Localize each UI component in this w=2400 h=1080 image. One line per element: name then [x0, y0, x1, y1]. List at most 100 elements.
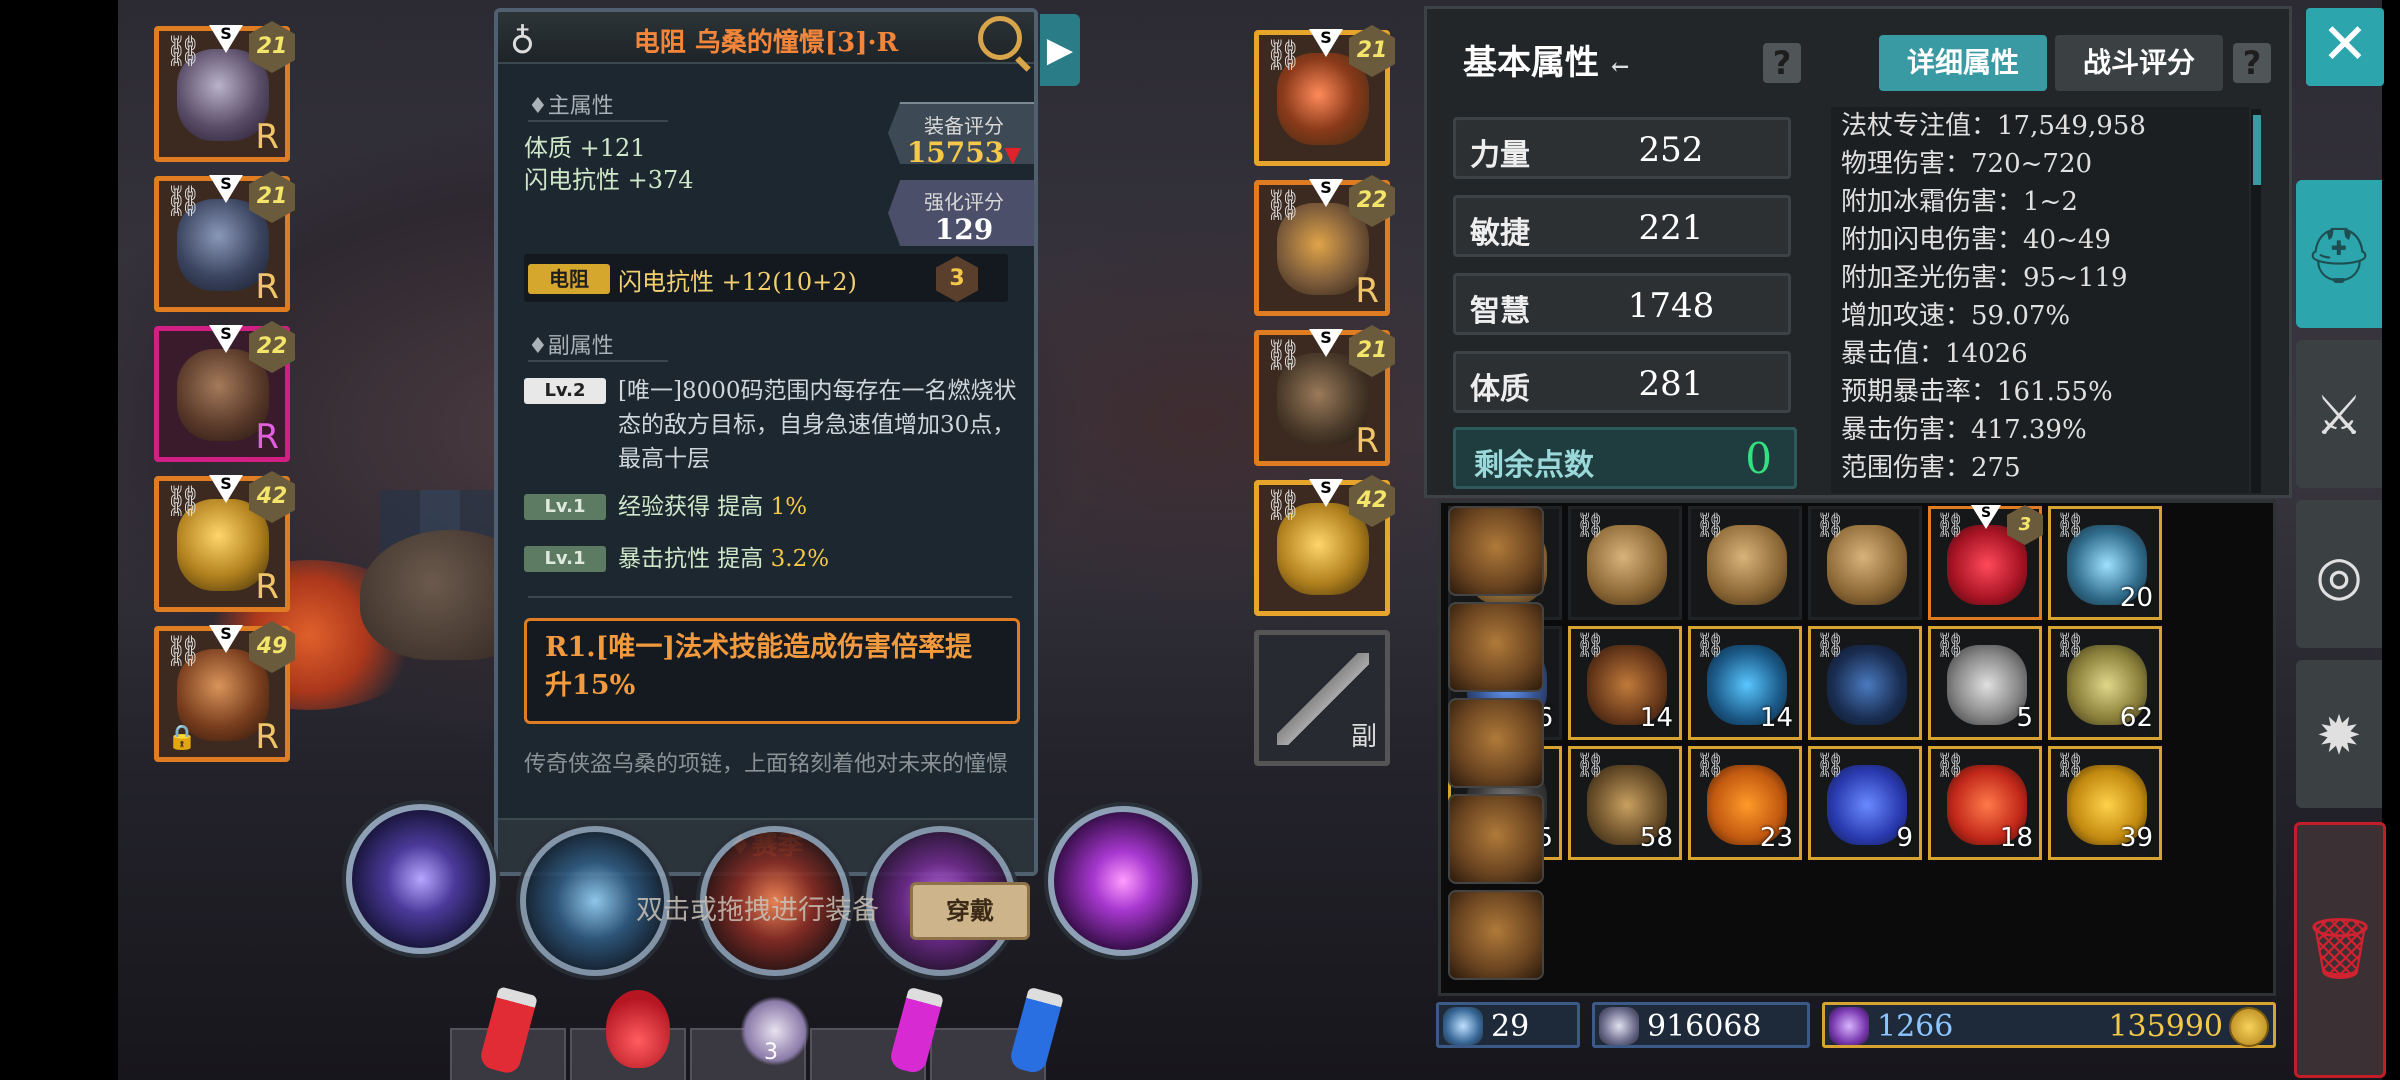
equip-slot-helmet[interactable]: ⛓ S 21 R — [154, 21, 295, 162]
item-title: 电阻 乌桑的憧憬[3]·R — [633, 28, 899, 58]
discard-button[interactable]: 🗑 — [2294, 822, 2386, 1078]
detail-row: 附加冰霜伤害：1~2 — [1841, 187, 2078, 217]
bag-tab-3[interactable] — [1448, 698, 1544, 788]
attr-name: 体质 — [1470, 372, 1530, 407]
item-tooltip: ♁ 电阻 乌桑的憧憬[3]·R ♦主属性 体质 +121 闪电抗性 +374 装… — [494, 8, 1038, 876]
inventory-cell[interactable]: ⛓ S 3 — [1928, 505, 2043, 620]
detail-attribute-list[interactable]: 法杖专注值：17,549,958 物理伤害：720~720 附加冰霜伤害：1~2… — [1831, 107, 2249, 493]
inventory-cell[interactable]: ⛓ 62 — [2048, 626, 2162, 740]
inventory-cell[interactable]: ⛓ 5 — [1928, 626, 2042, 740]
sub-attr-row: Lv.1 暴击抗性 提高 3.2% — [524, 542, 1024, 578]
sub-attr-value: 1% — [770, 494, 808, 520]
equip-button[interactable]: 穿戴 — [910, 882, 1030, 940]
inventory-cell[interactable]: ⛓ 39 — [2048, 746, 2162, 860]
inventory-cell[interactable]: ⛓ 9 — [1808, 746, 1922, 860]
inventory-cell[interactable]: ⛓ 58 — [1568, 746, 1682, 860]
chain-icon: ⛓ — [2055, 631, 2086, 659]
chain-icon: ⛓ — [2055, 751, 2086, 779]
rarity-mark: R — [255, 117, 279, 157]
gems-gold-counter: 1266 135990 — [1822, 1002, 2276, 1048]
bag-tab-5[interactable] — [1448, 890, 1544, 980]
detail-row: 附加闪电伤害：40~49 — [1841, 225, 2111, 255]
gem-icon — [1829, 1007, 1869, 1045]
attr-name: 敏捷 — [1470, 216, 1530, 251]
nav-portal[interactable]: ◎ — [2296, 500, 2382, 648]
chain-icon: ⛓ — [164, 484, 203, 519]
offhand-label: 副 — [1350, 722, 1377, 752]
sub-attr-level: Lv.1 — [524, 546, 606, 572]
tooltip-header: ♁ 电阻 乌桑的憧憬[3]·R — [498, 12, 1034, 64]
equip-score-value: 15753 — [906, 136, 1005, 169]
sub-attr-value: 3.2% — [770, 546, 830, 572]
bag-tab-1[interactable] — [1448, 506, 1544, 596]
inventory-cell[interactable]: ⛓ 18 — [1928, 746, 2042, 860]
unique-effect-box: R1.[唯一]法术技能造成伤害倍率提升15% — [524, 618, 1020, 724]
nav-equipment[interactable]: ⛑ — [2296, 180, 2382, 328]
attr-value: 221 — [1638, 208, 1704, 248]
equip-slot-boots[interactable]: ⛓ S 21 R — [1254, 325, 1395, 466]
back-arrow-icon[interactable]: ← — [1611, 54, 1629, 80]
equip-slot-cape[interactable]: S 22 R — [154, 321, 295, 462]
main-attr-heading: ♦主属性 — [528, 94, 614, 119]
inventory-cell[interactable]: ⛓ 20 — [2048, 506, 2162, 620]
detail-row: 预期暴击率：161.55% — [1841, 377, 2113, 407]
bag-tab-4[interactable] — [1448, 794, 1544, 884]
item-count: 58 — [1639, 823, 1673, 853]
magnifier-icon[interactable] — [978, 16, 1022, 60]
inventory-cell[interactable]: ⛓ 14 — [1688, 626, 1802, 740]
nav-weapons[interactable]: ⚔ — [2296, 340, 2382, 488]
rarity-mark: R — [255, 267, 279, 307]
inventory-cell[interactable]: ⛓ 23 — [1688, 746, 1802, 860]
remaining-points-value: 0 — [1745, 434, 1772, 483]
sub-attr-text: [唯一]8000码范围内每存在一名燃烧状态的敌方目标，自身急速值增加30点，最高… — [618, 378, 1017, 472]
keys-value: 29 — [1491, 1009, 1530, 1044]
skill-slot-1[interactable] — [346, 804, 496, 954]
chain-icon: ⛓ — [1264, 488, 1303, 523]
chain-icon: ⛓ — [1264, 188, 1303, 223]
tab-battle-score[interactable]: 战斗评分 — [2055, 35, 2223, 91]
shards-counter: 916068 — [1592, 1002, 1810, 1048]
lock-icon: 🔒 — [167, 723, 197, 751]
expand-arrow-icon[interactable]: ▶ — [1040, 14, 1080, 86]
detail-row: 暴击值：14026 — [1841, 339, 2028, 369]
remaining-points-label: 剩余点数 — [1474, 448, 1594, 483]
item-count: 20 — [2119, 583, 2153, 613]
equip-slot-ring[interactable]: ⛓ S 42 R — [154, 471, 295, 612]
left-bezel — [0, 0, 118, 1080]
helmet-icon: ⛑ — [2304, 224, 2374, 287]
tab-detail-attributes[interactable]: 详细属性 — [1879, 35, 2047, 91]
equip-slot-ring2[interactable]: ⛓ S 42 — [1254, 475, 1395, 616]
enhance-score-label: 强化评分 — [924, 190, 1004, 214]
detail-scroll-thumb[interactable] — [2253, 115, 2261, 185]
nav-settings[interactable]: ✹ — [2296, 660, 2382, 808]
inventory-cell[interactable]: ⛓ — [1808, 626, 1922, 740]
equip-slot-armor[interactable]: ⛓ S 21 R — [154, 171, 295, 312]
close-icon[interactable]: ✕ — [2306, 8, 2384, 86]
inventory-cell[interactable]: ⛓ — [1808, 506, 1922, 620]
down-arrow-icon: ▼ — [1004, 142, 1022, 168]
enhance-level-badge: 3 — [936, 256, 978, 302]
inventory-cell[interactable]: ⛓ — [1688, 506, 1802, 620]
equip-slot-offhand[interactable]: 副 — [1254, 630, 1390, 766]
inventory-cell[interactable]: ⛓ — [1568, 506, 1682, 620]
rarity-mark: R — [255, 417, 279, 457]
gear-icon: ✹ — [2316, 704, 2362, 767]
rarity-mark: R — [1355, 421, 1379, 461]
skill-slot-5[interactable] — [1048, 806, 1198, 956]
equip-slot-claw[interactable]: ⛓ S 49 R 🔒 — [154, 621, 295, 762]
sub-attr-text: 经验获得 提高 — [618, 494, 771, 520]
help-icon[interactable]: ? — [2233, 43, 2271, 83]
equip-slot-gloves[interactable]: ⛓ S 22 R — [1254, 175, 1395, 316]
sub-attr-heading: ♦副属性 — [528, 334, 614, 359]
sub-attr-level: Lv.1 — [524, 494, 606, 520]
sub-attr-level: Lv.2 — [524, 378, 606, 404]
inventory-cell[interactable]: ⛓ 14 — [1568, 626, 1682, 740]
key-icon — [1443, 1007, 1483, 1045]
help-icon[interactable]: ? — [1763, 43, 1801, 83]
bag-tab-2[interactable] — [1448, 602, 1544, 692]
equip-slot-necklace[interactable]: ⛓ S 21 — [1254, 25, 1395, 166]
detail-row: 附加圣光伤害：95~119 — [1841, 263, 2128, 293]
health-flask-icon[interactable] — [606, 990, 670, 1068]
attr-value: 281 — [1638, 364, 1704, 404]
item-count: 5 — [2016, 703, 2033, 733]
